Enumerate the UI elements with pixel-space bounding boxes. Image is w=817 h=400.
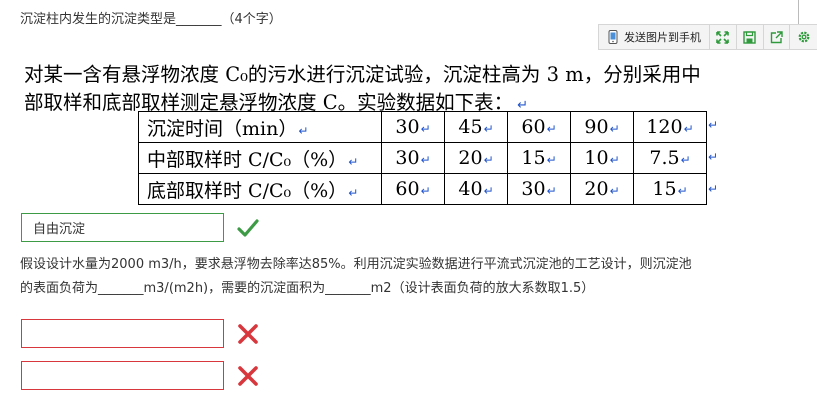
send-to-phone-label: 发送图片到手机 [624,31,701,44]
share-image-button[interactable] [764,25,791,49]
cell-value: 10 [584,147,609,169]
settings-button[interactable] [790,25,817,49]
window-divider [798,0,799,24]
table-cell: 30↵ [381,111,445,143]
cell-return-mark: ↵ [348,185,359,200]
cell-return-mark: ↵ [483,184,494,198]
cell-return-mark: ↵ [420,122,431,136]
share-icon [770,30,783,43]
cell-value: 60 [521,116,546,138]
cell-return-mark: ↵ [546,184,557,198]
table-cell: 120↵ [633,111,707,143]
row-end-mark: ↵ [708,150,719,164]
experiment-data-table: 沉淀时间（min）↵ 30↵ 45↵ 60↵ 90↵ 120↵ 中部取样时 C/C₀（%）↵… [138,111,707,205]
send-to-phone-button[interactable]: 发送图片到手机 [599,25,710,49]
cell-value: 20 [584,178,609,200]
cell-value: 40 [458,178,483,200]
cell-value: 15 [652,178,677,200]
cell-value: 30 [395,116,420,138]
question-2-text: 假设设计水量为2000 m3/h，要求悬浮物去除率达85%。利用沉淀实验数据进行… [20,253,780,301]
table-cell: 90↵ [570,111,634,143]
cell-return-mark: ↵ [483,153,494,167]
row-label-text: 沉淀时间（min） [147,117,298,140]
cell-return-mark: ↵ [546,122,557,136]
row-label-text: 底部取样时 C/C₀（%） [147,179,348,202]
cell-value: 60 [395,178,420,200]
table-cell: 15↵ [507,142,571,174]
gear-icon [798,31,810,43]
row-end-mark: ↵ [708,118,719,132]
table-row: 中部取样时 C/C₀（%）↵ 30↵ 20↵ 15↵ 10↵ 7.5↵ [138,142,707,174]
phone-icon [608,30,618,44]
cross-icon [238,324,258,344]
save-icon [743,30,756,44]
table-cell: 40↵ [444,173,508,205]
table-cell: 30↵ [507,173,571,205]
cell-return-mark: ↵ [483,122,494,136]
cell-value: 30 [395,147,420,169]
cell-return-mark: ↵ [680,153,691,167]
row-label: 沉淀时间（min）↵ [138,111,382,143]
row-label: 中部取样时 C/C₀（%）↵ [138,142,382,174]
cell-return-mark: ↵ [677,184,688,198]
cell-return-mark: ↵ [420,153,431,167]
row-end-mark: ↵ [708,182,719,196]
table-row: 沉淀时间（min）↵ 30↵ 45↵ 60↵ 90↵ 120↵ [138,111,707,143]
fullscreen-button[interactable] [710,25,737,49]
question-2-line-1: 假设设计水量为2000 m3/h，要求悬浮物去除率达85%。利用沉淀实验数据进行… [20,257,692,272]
cell-return-mark: ↵ [348,154,359,169]
cell-return-mark: ↵ [683,122,694,136]
problem-line-1: 对某一含有悬浮物浓度 C₀的污水进行沉淀试验，沉淀柱高为 3 m，分别采用中 [24,63,701,86]
cell-value: 120 [646,116,683,138]
cell-value: 15 [521,147,546,169]
cell-value: 20 [458,147,483,169]
question-1-text: 沉淀柱内发生的沉淀类型是_______（4个字） [20,12,282,27]
question-2-line-2: 的表面负荷为_______m3/(m2h)，需要的沉淀面积为_______m2（… [20,281,595,296]
cell-value: 45 [458,116,483,138]
table-cell: 20↵ [570,173,634,205]
image-toolbar: 发送图片到手机 [598,24,817,50]
table-cell: 30↵ [381,142,445,174]
row-label-text: 中部取样时 C/C₀（%） [147,148,348,171]
table-cell: 15↵ [633,173,707,205]
cell-return-mark: ↵ [420,184,431,198]
cell-value: 7.5 [649,147,680,169]
table-cell: 20↵ [444,142,508,174]
cell-return-mark: ↵ [609,184,620,198]
answer-3-input[interactable] [21,361,224,390]
cell-return-mark: ↵ [609,153,620,167]
save-image-button[interactable] [737,25,764,49]
cell-return-mark: ↵ [298,123,309,138]
table-cell: 10↵ [570,142,634,174]
cell-return-mark: ↵ [609,122,620,136]
check-icon [237,219,259,237]
row-label: 底部取样时 C/C₀（%）↵ [138,173,382,205]
cell-return-mark: ↵ [546,153,557,167]
table-row: 底部取样时 C/C₀（%）↵ 60↵ 40↵ 30↵ 20↵ 15↵ [138,173,707,205]
table-cell: 60↵ [381,173,445,205]
answer-2-input[interactable] [21,319,224,348]
cell-value: 90 [584,116,609,138]
answer-1-input[interactable]: 自由沉淀 [21,213,224,242]
cross-icon [238,366,258,386]
expand-icon [716,30,730,44]
table-cell: 7.5↵ [633,142,707,174]
table-cell: 45↵ [444,111,508,143]
table-cell: 60↵ [507,111,571,143]
cell-value: 30 [521,178,546,200]
